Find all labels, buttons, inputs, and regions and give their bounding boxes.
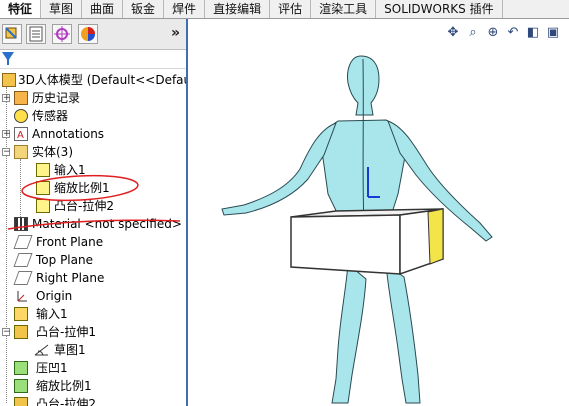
box-yellow-face [427,208,444,265]
model-left-leg [331,262,367,404]
tab-render-tools[interactable]: 渲染工具 [311,0,377,18]
tab-solidworks-addins[interactable]: SOLIDWORKS 插件 [376,0,503,18]
sketch-icon [34,343,49,357]
tree-label: 缩放比例1 [36,379,92,393]
configuration-manager-tab-icon[interactable] [52,24,72,44]
plane-icon [13,235,33,249]
tab-direct-editing[interactable]: 直接编辑 [205,0,271,18]
human-model-3d [221,55,493,404]
tree-label: Origin [36,289,73,303]
origin-icon [14,289,28,303]
tab-features[interactable]: 特征 [0,0,42,18]
tab-evaluate[interactable]: 评估 [270,0,312,18]
graphics-viewport[interactable]: ✥ ⌕ ⊕ ↶ ◧ ▣ [188,19,569,406]
display-manager-tab-icon[interactable] [78,24,98,44]
filter-icon-stem [7,59,9,65]
expand-panel-button[interactable]: » [171,25,180,41]
command-manager-tabs: 特征 草图 曲面 钣金 焊件 直接编辑 评估 渲染工具 SOLIDWORKS 插… [0,0,569,19]
red-highlight-annotation [7,174,181,230]
tree-label: Top Plane [36,253,93,267]
tree-label: Front Plane [36,235,104,249]
tree-label: Right Plane [36,271,105,285]
collapse-toggle-icon[interactable]: − [2,328,11,337]
model-right-leg [385,262,421,404]
indent-icon [14,361,28,375]
property-manager-tab-icon[interactable] [26,24,46,44]
model-left-arm [221,122,337,216]
extrude-icon [14,397,28,406]
feature-manager-tab-icon[interactable] [2,24,22,44]
panel-toolbar: » [0,19,186,50]
box-front-face [290,214,401,275]
plane-icon [13,271,33,285]
tree-label: 草图1 [54,343,86,357]
tree-label: 压凹1 [36,361,68,375]
filter-row [0,50,186,69]
extrude-icon [14,325,28,339]
tree-label: 凸台-拉伸2 [36,397,96,406]
tree-label: 输入1 [36,307,68,321]
plane-icon [13,253,33,267]
tab-sheet-metal[interactable]: 钣金 [123,0,165,18]
import-feature-icon [14,307,28,321]
scale-icon [14,379,28,393]
tab-surfaces[interactable]: 曲面 [82,0,124,18]
tab-weldments[interactable]: 焊件 [164,0,206,18]
tab-sketch[interactable]: 草图 [41,0,83,18]
tree-label: 凸台-拉伸1 [36,325,96,339]
feature-manager-panel: » 3D人体模型 (Default<<Default + 历史记录 传感器 + … [0,19,188,406]
